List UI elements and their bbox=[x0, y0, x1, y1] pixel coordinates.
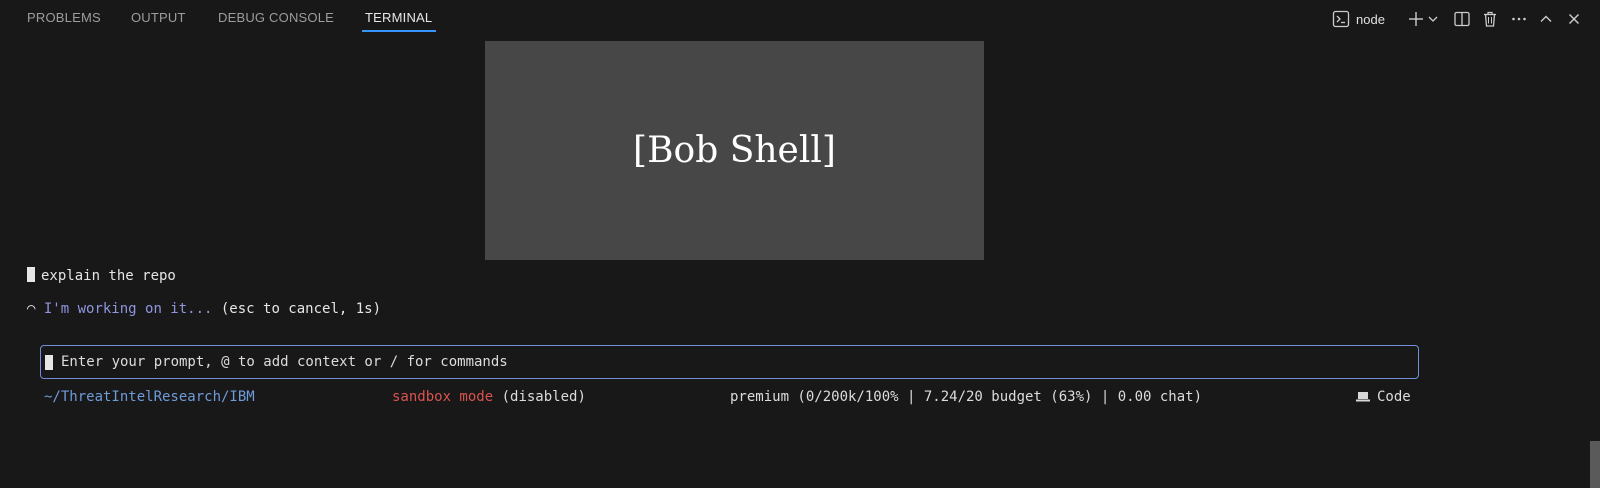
terminal-name: node bbox=[1356, 11, 1385, 27]
terminal-dropdown-button[interactable] bbox=[1426, 8, 1440, 30]
split-terminal-button[interactable] bbox=[1452, 8, 1472, 30]
more-actions-button[interactable] bbox=[1508, 8, 1530, 30]
chevron-down-icon bbox=[1427, 13, 1439, 25]
sandbox-status: sandbox mode (disabled) bbox=[392, 388, 586, 406]
maximize-panel-button[interactable] bbox=[1536, 8, 1556, 30]
prompt-cursor bbox=[45, 354, 53, 370]
user-message-line: explain the repo bbox=[27, 267, 176, 285]
kill-terminal-button[interactable] bbox=[1480, 8, 1500, 30]
mode-label: Code bbox=[1377, 389, 1411, 405]
message-marker bbox=[27, 267, 35, 282]
prompt-input[interactable]: Enter your prompt, @ to add context or /… bbox=[40, 345, 1419, 379]
more-icon bbox=[1510, 10, 1528, 28]
panel-tabs: PROBLEMS OUTPUT DEBUG CONSOLE TERMINAL n… bbox=[0, 0, 1600, 36]
chevron-up-icon bbox=[1538, 11, 1554, 27]
terminal-toolbar: node bbox=[1300, 8, 1600, 30]
mode-indicator: Code bbox=[1355, 388, 1411, 408]
laptop-icon bbox=[1355, 389, 1371, 408]
tab-output[interactable]: OUTPUT bbox=[131, 10, 186, 25]
placeholder-label: [Bob Shell] bbox=[633, 130, 836, 171]
active-tab-indicator bbox=[362, 30, 436, 32]
cwd-path: ~/ThreatIntelResearch/IBM bbox=[44, 389, 255, 405]
prompt-placeholder: Enter your prompt, @ to add context or /… bbox=[61, 354, 508, 370]
tab-debug-console[interactable]: DEBUG CONSOLE bbox=[218, 10, 334, 25]
close-icon bbox=[1566, 11, 1582, 27]
working-text: I'm working on it... bbox=[43, 301, 213, 317]
close-panel-button[interactable] bbox=[1564, 8, 1584, 30]
sandbox-label: sandbox mode bbox=[392, 389, 494, 405]
split-icon bbox=[1453, 10, 1471, 28]
plus-icon bbox=[1407, 10, 1425, 28]
tab-terminal[interactable]: TERMINAL bbox=[365, 10, 432, 25]
spinner-icon: ◠ bbox=[27, 301, 36, 317]
terminal-selector[interactable]: node bbox=[1332, 8, 1385, 30]
trash-icon bbox=[1481, 10, 1499, 28]
new-terminal-button[interactable] bbox=[1406, 8, 1426, 30]
terminal-icon bbox=[1332, 10, 1350, 28]
tab-problems[interactable]: PROBLEMS bbox=[27, 10, 101, 25]
working-status-line: ◠ I'm working on it... (esc to cancel, 1… bbox=[27, 300, 381, 318]
working-hint: (esc to cancel, 1s) bbox=[212, 301, 382, 317]
scrollbar[interactable] bbox=[1590, 441, 1600, 488]
user-message: explain the repo bbox=[41, 268, 176, 284]
usage-info: premium (0/200k/100% | 7.24/20 budget (6… bbox=[730, 389, 1203, 405]
image-placeholder: [Bob Shell] bbox=[485, 41, 984, 260]
sandbox-state: (disabled) bbox=[493, 389, 586, 405]
